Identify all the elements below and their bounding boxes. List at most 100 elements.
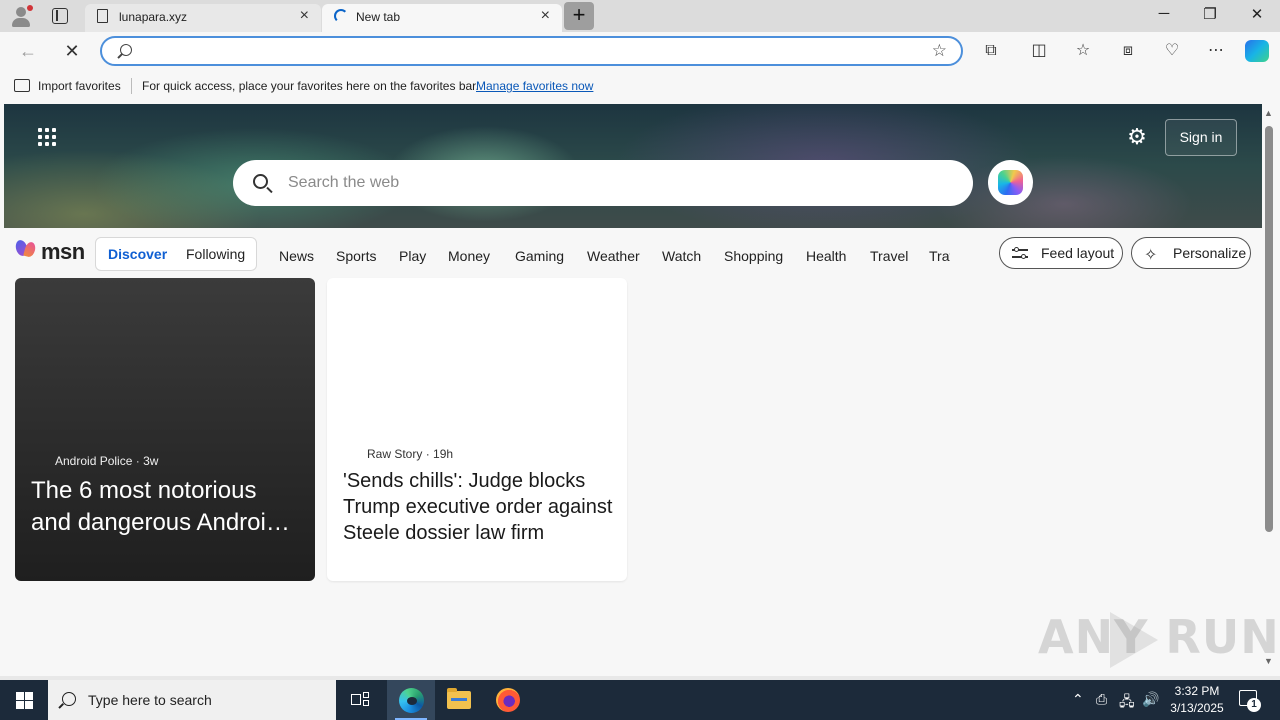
personalize-button[interactable]: ✧ Personalize <box>1131 237 1251 269</box>
favorites-icon[interactable]: ☆ <box>1072 40 1094 62</box>
restore-button[interactable]: ❐ <box>1187 5 1233 23</box>
clock-date: 3/13/2025 <box>1170 701 1224 715</box>
windows-start-icon[interactable] <box>0 680 48 720</box>
collections-icon[interactable]: ⧈ <box>1117 40 1139 62</box>
address-input[interactable] <box>142 42 922 62</box>
new-tab-button[interactable]: + <box>564 2 594 30</box>
taskbar-clock[interactable]: 3:32 PM 3/13/2025 <box>1166 683 1228 717</box>
nav-watch[interactable]: Watch <box>662 248 701 264</box>
nav-weather[interactable]: Weather <box>587 248 640 264</box>
sliders-icon <box>1012 247 1028 259</box>
nav-money[interactable]: Money <box>448 248 490 264</box>
tab-close-icon[interactable]: × <box>300 7 309 25</box>
news-card[interactable]: Raw Story · 19h 'Sends chills': Judge bl… <box>327 278 627 581</box>
nav-shopping[interactable]: Shopping <box>724 248 783 264</box>
tab-title: New tab <box>356 10 401 24</box>
favorites-hint: For quick access, place your favorites h… <box>142 79 479 93</box>
nav-traffic[interactable]: Traf <box>929 248 950 264</box>
browser-essentials-icon[interactable]: ♡ <box>1161 40 1183 62</box>
sign-in-button[interactable]: Sign in <box>1165 119 1237 156</box>
card-headline[interactable]: 'Sends chills': Judge blocks Trump execu… <box>343 468 615 546</box>
feed-layout-button[interactable]: Feed layout <box>999 237 1123 269</box>
volume-icon[interactable]: 🔊 <box>1142 691 1159 708</box>
search-icon <box>62 692 76 706</box>
nav-play[interactable]: Play <box>399 248 426 264</box>
tab-new-tab[interactable]: New tab × <box>322 4 562 32</box>
profile-avatar-icon[interactable] <box>10 5 33 27</box>
scrollbar-thumb[interactable] <box>1265 126 1273 532</box>
web-search-input[interactable] <box>288 173 938 193</box>
import-favorites-icon <box>14 79 30 92</box>
tray-overflow-icon[interactable]: ⌃ <box>1072 691 1084 708</box>
feed-toggle: Discover Following <box>95 237 257 271</box>
address-bar[interactable]: ☆ <box>100 36 963 66</box>
app-launcher-icon[interactable] <box>38 128 58 148</box>
split-screen-icon[interactable]: ◫ <box>1028 40 1050 62</box>
nav-sports[interactable]: Sports <box>336 248 376 264</box>
vertical-scrollbar[interactable]: ▲ ▼ <box>1262 104 1276 676</box>
tab-following[interactable]: Following <box>186 246 245 262</box>
taskbar-search-box[interactable]: Type here to search <box>48 680 336 720</box>
manage-favorites-link[interactable]: Manage favorites now <box>476 79 593 93</box>
file-explorer-button[interactable] <box>435 680 483 720</box>
msn-logo[interactable]: msn <box>14 238 85 266</box>
favorites-bar: Import favorites For quick access, place… <box>0 70 1280 102</box>
card-headline[interactable]: The 6 most notorious and dangerous Andro… <box>31 475 303 539</box>
card-source: Android Police · 3w <box>55 454 159 468</box>
tab-actions-icon[interactable] <box>52 8 68 24</box>
minimize-button[interactable]: ─ <box>1141 5 1187 22</box>
loading-spinner-icon <box>334 9 348 23</box>
clock-time: 3:32 PM <box>1174 684 1220 698</box>
nav-news[interactable]: News <box>279 248 314 264</box>
tab-strip: lunapara.xyz × New tab × + ─ ❐ ✕ <box>0 0 1280 32</box>
personalize-label: Personalize <box>1173 245 1247 261</box>
settings-gear-icon[interactable]: ⚙ <box>1126 126 1148 148</box>
edge-icon <box>399 688 424 713</box>
edge-taskbar-button[interactable] <box>387 680 435 720</box>
stop-loading-icon[interactable]: ✕ <box>60 39 84 63</box>
msn-logo-text: msn <box>41 239 85 264</box>
nav-gaming[interactable]: Gaming <box>515 248 564 264</box>
close-window-button[interactable]: ✕ <box>1234 5 1280 23</box>
toolbar: ← ✕ ☆ ⧉ ◫ ☆ ⧈ ♡ ⋯ <box>0 32 1280 70</box>
taskbar: Type here to search ⌃ ⎙ 🖧 🔊 3:32 PM 3/13… <box>0 680 1280 720</box>
card-source: Raw Story · 19h <box>367 447 454 461</box>
tab-title: lunapara.xyz <box>119 10 188 24</box>
search-icon <box>120 44 132 56</box>
firefox-icon <box>496 688 520 712</box>
copilot-icon <box>998 170 1023 195</box>
new-tab-page: ⚙ Sign in msn Discover Following News Sp… <box>4 104 1262 676</box>
favorite-star-icon[interactable]: ☆ <box>932 41 947 61</box>
scroll-up-icon[interactable]: ▲ <box>1264 108 1273 118</box>
folder-icon <box>447 688 471 709</box>
msn-butterfly-icon <box>14 238 38 262</box>
news-card[interactable]: Android Police · 3w The 6 most notorious… <box>15 278 315 581</box>
device-icon[interactable]: ⎙ <box>1096 691 1107 708</box>
tab-close-icon[interactable]: × <box>541 7 550 25</box>
page-icon <box>97 9 108 23</box>
feed-layout-label: Feed layout <box>1041 245 1115 261</box>
tab-discover[interactable]: Discover <box>108 246 167 262</box>
tab-lunapara[interactable]: lunapara.xyz × <box>85 4 321 32</box>
nav-overflow-clip: Traf <box>924 242 950 266</box>
extensions-icon[interactable]: ⧉ <box>980 40 1002 62</box>
nav-travel[interactable]: Travel <box>870 248 908 264</box>
import-favorites-button[interactable]: Import favorites <box>38 79 121 93</box>
back-arrow-icon[interactable]: ← <box>16 39 40 63</box>
sparkle-icon: ✧ <box>1144 247 1158 264</box>
hero-banner: ⚙ Sign in <box>4 104 1262 228</box>
task-view-icon <box>351 692 369 708</box>
web-search-box[interactable] <box>233 160 973 206</box>
search-icon <box>253 174 268 189</box>
watermark: ANY RUN <box>1038 610 1280 664</box>
task-view-button[interactable] <box>336 680 384 720</box>
network-icon[interactable]: 🖧 <box>1119 691 1135 715</box>
nav-health[interactable]: Health <box>806 248 846 264</box>
msn-nav-bar: msn Discover Following News Sports Play … <box>4 228 1262 278</box>
taskbar-search-placeholder: Type here to search <box>88 692 212 708</box>
divider <box>131 78 132 94</box>
firefox-button[interactable] <box>484 680 532 720</box>
more-options-icon[interactable]: ⋯ <box>1205 40 1227 62</box>
copilot-button[interactable] <box>988 160 1033 205</box>
copilot-icon[interactable] <box>1245 40 1269 62</box>
